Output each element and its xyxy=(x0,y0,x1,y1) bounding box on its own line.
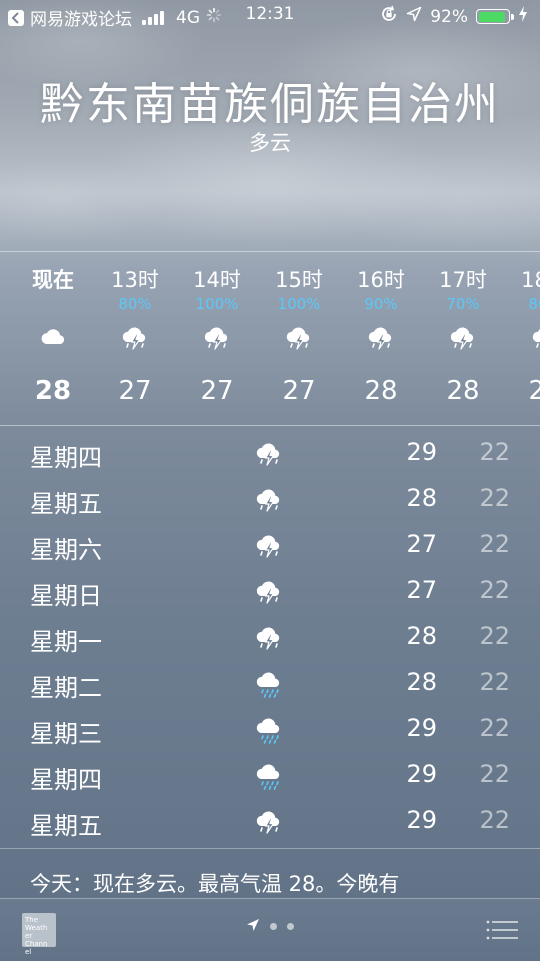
day-low-temp: 22 xyxy=(479,668,510,696)
hour-label: 13时 xyxy=(111,268,159,292)
hour-temperature: 27 xyxy=(200,376,234,406)
day-low-temp: 22 xyxy=(479,438,510,466)
day-high-temp: 29 xyxy=(406,714,437,742)
hour-temperature: 27 xyxy=(118,376,152,406)
hour-temperature: 28 xyxy=(34,376,72,406)
hour-precip-chance: 70% xyxy=(446,295,480,313)
hour-temperature: 28 xyxy=(446,376,480,406)
day-high-temp: 28 xyxy=(406,484,437,512)
thunderstorm-icon xyxy=(366,322,396,352)
daily-row: 星期五 28 22 xyxy=(0,478,540,524)
day-name: 星期六 xyxy=(30,536,102,564)
battery-percent: 92% xyxy=(430,6,468,27)
day-high-temp: 29 xyxy=(406,438,437,466)
city-name: 黔东南苗族侗族自治州 xyxy=(40,79,500,130)
hour-temperature: 27 xyxy=(282,376,316,406)
list-icon[interactable] xyxy=(486,919,518,941)
page-indicator[interactable] xyxy=(0,917,540,936)
day-high-temp: 27 xyxy=(406,576,437,604)
day-high-temp: 27 xyxy=(406,530,437,558)
day-high-temp: 29 xyxy=(406,806,437,834)
daily-row: 星期六 27 22 xyxy=(0,524,540,570)
hour-precip-chance: 100% xyxy=(195,295,239,313)
hour-label: 15时 xyxy=(275,268,323,292)
hourly-bottom-divider xyxy=(0,425,540,426)
bottom-toolbar: The Weather Channel xyxy=(0,898,540,961)
location-icon xyxy=(406,6,422,27)
hour-temperature: 28 xyxy=(528,376,540,406)
hour-label: 18时 xyxy=(521,268,540,292)
hour-precip-chance: 100% xyxy=(277,295,321,313)
current-condition: 多云 xyxy=(249,131,291,155)
day-low-temp: 22 xyxy=(479,622,510,650)
day-low-temp: 22 xyxy=(479,760,510,788)
thunderstorm-icon xyxy=(254,806,286,838)
cloud-icon xyxy=(38,322,68,352)
status-bar-right: 92% xyxy=(380,5,528,28)
day-low-temp: 22 xyxy=(479,714,510,742)
day-name: 星期五 xyxy=(30,490,102,518)
day-high-temp: 28 xyxy=(406,622,437,650)
daily-row: 星期四 29 22 xyxy=(0,432,540,478)
hour-precip-chance: 80% xyxy=(118,295,152,313)
hour-precip-chance: 80% xyxy=(528,295,540,313)
thunderstorm-icon xyxy=(284,322,314,352)
day-name: 星期一 xyxy=(30,628,102,656)
thunderstorm-icon xyxy=(254,576,286,608)
battery-icon xyxy=(476,9,514,24)
thunderstorm-icon xyxy=(254,622,286,654)
day-name: 星期三 xyxy=(30,720,102,748)
day-name: 星期日 xyxy=(30,582,102,610)
daily-row: 星期日 27 22 xyxy=(0,570,540,616)
day-name: 星期五 xyxy=(30,812,102,840)
charging-icon xyxy=(518,6,528,27)
thunderstorm-icon xyxy=(448,322,478,352)
rain-icon xyxy=(254,714,286,746)
day-low-temp: 22 xyxy=(479,530,510,558)
hour-temperature: 28 xyxy=(364,376,398,406)
hour-label: 现在 xyxy=(32,268,74,292)
location-arrow-icon xyxy=(246,917,260,936)
thunderstorm-icon xyxy=(254,484,286,516)
day-high-temp: 29 xyxy=(406,760,437,788)
day-name: 星期二 xyxy=(30,674,102,702)
daily-row: 星期四 29 22 xyxy=(0,754,540,800)
day-low-temp: 22 xyxy=(479,484,510,512)
rain-icon xyxy=(254,760,286,792)
day-low-temp: 22 xyxy=(479,806,510,834)
thunderstorm-icon xyxy=(202,322,232,352)
thunderstorm-icon xyxy=(254,530,286,562)
day-name: 星期四 xyxy=(30,766,102,794)
hour-label: 17时 xyxy=(439,268,487,292)
page-dot xyxy=(270,923,277,930)
thunderstorm-icon xyxy=(530,322,540,352)
daily-row: 星期二 28 22 xyxy=(0,662,540,708)
rain-icon xyxy=(254,668,286,700)
hour-label: 16时 xyxy=(357,268,405,292)
hour-label: 14时 xyxy=(193,268,241,292)
daily-row: 星期一 28 22 xyxy=(0,616,540,662)
status-bar: 网易游戏论坛 4G 12:31 92% xyxy=(0,0,540,30)
day-high-temp: 28 xyxy=(406,668,437,696)
hour-precip-chance: 90% xyxy=(364,295,398,313)
daily-row: 星期五 29 22 xyxy=(0,800,540,846)
page-dot xyxy=(287,923,294,930)
battery-level xyxy=(478,11,506,22)
summary-divider xyxy=(0,848,540,849)
battery-tip xyxy=(511,14,514,20)
thunderstorm-icon xyxy=(254,438,286,470)
daily-row: 星期三 29 22 xyxy=(0,708,540,754)
thunderstorm-icon xyxy=(120,322,150,352)
today-summary: 今天：现在多云。最高气温 28。今晚有 xyxy=(30,872,400,896)
day-name: 星期四 xyxy=(30,444,102,472)
day-low-temp: 22 xyxy=(479,576,510,604)
hourly-forecast[interactable]: 现在 28 13时 80% 27 14时 100% 27 15时 100% 27 16时 90% 28 17… xyxy=(0,252,540,424)
rotation-lock-icon xyxy=(380,5,398,28)
